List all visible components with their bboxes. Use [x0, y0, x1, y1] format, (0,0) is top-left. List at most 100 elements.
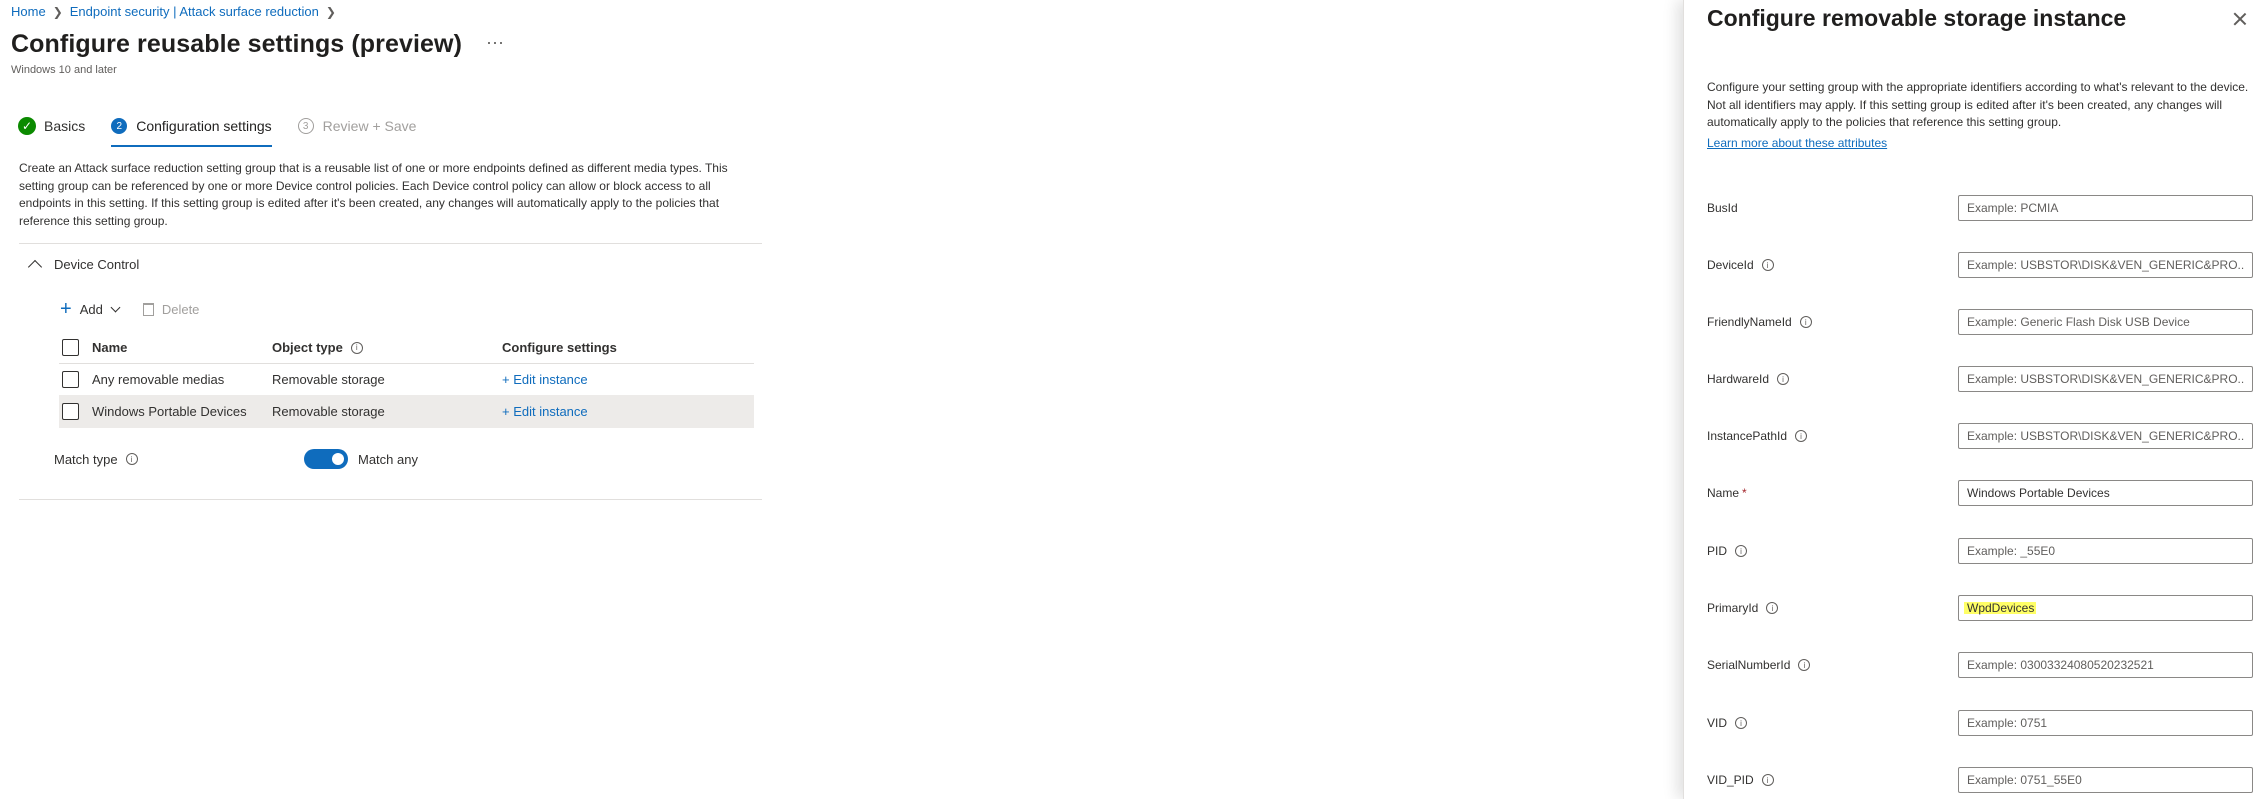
name-input[interactable] — [1958, 480, 2253, 506]
match-type-toggle[interactable] — [304, 449, 348, 469]
tab-basics-label: Basics — [44, 118, 86, 134]
field-label: SerialNumberId — [1707, 658, 1791, 672]
info-icon[interactable]: i — [1766, 602, 1779, 614]
deviceid-input[interactable] — [1958, 252, 2253, 278]
info-icon[interactable]: i — [125, 453, 138, 465]
more-options-icon[interactable]: ··· — [486, 33, 504, 51]
table-header-row: Name Object type i Configure settings — [59, 332, 754, 364]
chevron-right-icon: ❯ — [325, 4, 336, 19]
edit-instance-link[interactable]: + Edit instance — [502, 372, 588, 387]
info-icon[interactable]: i — [1735, 717, 1748, 729]
plus-icon: + — [60, 298, 72, 320]
checkmark-icon: ✓ — [18, 117, 36, 135]
toggle-knob — [332, 453, 344, 465]
info-icon[interactable]: i — [1735, 545, 1748, 557]
vid-pid-input[interactable] — [1958, 767, 2253, 793]
hardwareid-input[interactable] — [1958, 366, 2253, 392]
primaryid-input[interactable] — [1958, 595, 2253, 621]
field-label: HardwareId — [1707, 372, 1770, 386]
step-number-badge: 3 — [297, 118, 314, 134]
field-label: DeviceId — [1707, 258, 1754, 272]
match-type-label: Match type — [54, 451, 118, 467]
tab-review-save-label: Review + Save — [322, 118, 417, 134]
info-icon[interactable]: i — [350, 341, 363, 354]
tab-basics[interactable]: ✓ Basics — [18, 112, 85, 140]
page-subtitle: Windows 10 and later — [11, 64, 117, 76]
tab-review-save[interactable]: 3 Review + Save — [297, 112, 417, 140]
match-type-row: Match type i Match any — [54, 449, 418, 469]
add-button[interactable]: Add — [80, 302, 103, 317]
page-description: Create an Attack surface reduction setti… — [19, 161, 728, 228]
row-name: Windows Portable Devices — [92, 404, 247, 419]
field-pid: PID i — [1707, 538, 2262, 564]
field-label: VID_PID — [1707, 773, 1754, 787]
match-type-value: Match any — [358, 451, 418, 467]
panel-title: Configure removable storage instance — [1707, 5, 2127, 31]
select-all-checkbox[interactable] — [62, 339, 79, 356]
field-vid-pid: VID_PID i — [1707, 767, 2262, 793]
section-title: Device Control — [54, 257, 140, 272]
chevron-right-icon: ❯ — [52, 4, 63, 19]
tab-configuration-settings[interactable]: 2 Configuration settings — [111, 112, 273, 147]
row-object-type: Removable storage — [272, 404, 385, 419]
field-name: Name * — [1707, 480, 2262, 506]
field-label: PrimaryId — [1707, 601, 1759, 615]
breadcrumb: Home ❯ Endpoint security | Attack surfac… — [11, 4, 343, 19]
toolbar: + Add Delete — [60, 298, 200, 320]
friendlynameid-input[interactable] — [1958, 309, 2253, 335]
chevron-down-icon[interactable] — [110, 302, 121, 312]
column-header-configure-settings: Configure settings — [502, 340, 617, 355]
row-checkbox[interactable] — [62, 371, 79, 388]
delete-button[interactable]: Delete — [162, 302, 200, 317]
tab-configuration-settings-label: Configuration settings — [136, 118, 272, 134]
trash-icon — [142, 302, 154, 316]
field-serialnumberid: SerialNumberId i — [1707, 652, 2262, 678]
breadcrumb-home[interactable]: Home — [11, 4, 46, 19]
row-name: Any removable medias — [92, 372, 225, 387]
title-row: Configure reusable settings (preview) ··… — [11, 30, 504, 59]
info-icon[interactable]: i — [1798, 659, 1811, 671]
column-header-object-type[interactable]: Object type — [272, 340, 343, 355]
wizard-steps: ✓ Basics 2 Configuration settings 3 Revi… — [18, 112, 442, 147]
info-icon[interactable]: i — [1799, 316, 1812, 328]
table-row[interactable]: Any removable medias Removable storage +… — [59, 364, 754, 396]
divider — [19, 499, 762, 500]
vid-input[interactable] — [1958, 710, 2253, 736]
field-label: Name — [1707, 486, 1740, 500]
chevron-up-icon — [27, 259, 43, 275]
field-label: FriendlyNameId — [1707, 315, 1792, 329]
field-hardwareid: HardwareId i — [1707, 366, 2262, 392]
panel-description: Configure your setting group with the ap… — [1707, 80, 2249, 129]
edit-instance-link[interactable]: + Edit instance — [502, 404, 588, 419]
row-checkbox[interactable] — [62, 403, 79, 420]
breadcrumb-endpoint-security[interactable]: Endpoint security | Attack surface reduc… — [70, 4, 319, 19]
field-deviceid: DeviceId i — [1707, 252, 2262, 278]
field-label: InstancePathId — [1707, 429, 1788, 443]
instances-table: Name Object type i Configure settings An… — [59, 332, 754, 428]
removable-storage-panel: Configure removable storage instance Con… — [1683, 0, 2263, 799]
info-icon[interactable]: i — [1761, 774, 1774, 786]
field-busid: BusId — [1707, 195, 2262, 221]
table-row[interactable]: Windows Portable Devices Removable stora… — [59, 396, 754, 428]
close-icon[interactable] — [2231, 10, 2249, 28]
instancepathid-input[interactable] — [1958, 423, 2253, 449]
field-vid: VID i — [1707, 710, 2262, 736]
field-friendlynameid: FriendlyNameId i — [1707, 309, 2262, 335]
info-icon[interactable]: i — [1761, 259, 1774, 271]
section-device-control[interactable]: Device Control — [27, 257, 140, 275]
field-primaryid: PrimaryId i — [1707, 595, 2262, 621]
pid-input[interactable] — [1958, 538, 2253, 564]
field-label: VID — [1707, 716, 1728, 730]
info-icon[interactable]: i — [1777, 373, 1790, 385]
learn-more-link[interactable]: Learn more about these attributes — [1707, 136, 1887, 150]
serialnumberid-input[interactable] — [1958, 652, 2253, 678]
column-header-name[interactable]: Name — [92, 340, 127, 355]
page-title: Configure reusable settings (preview) — [11, 30, 463, 58]
info-icon[interactable]: i — [1795, 430, 1808, 442]
field-label: BusId — [1707, 201, 1738, 215]
busid-input[interactable] — [1958, 195, 2253, 221]
divider — [19, 243, 762, 244]
field-instancepathid: InstancePathId i — [1707, 423, 2262, 449]
required-marker: * — [1742, 486, 1747, 500]
field-label: PID — [1707, 544, 1728, 558]
